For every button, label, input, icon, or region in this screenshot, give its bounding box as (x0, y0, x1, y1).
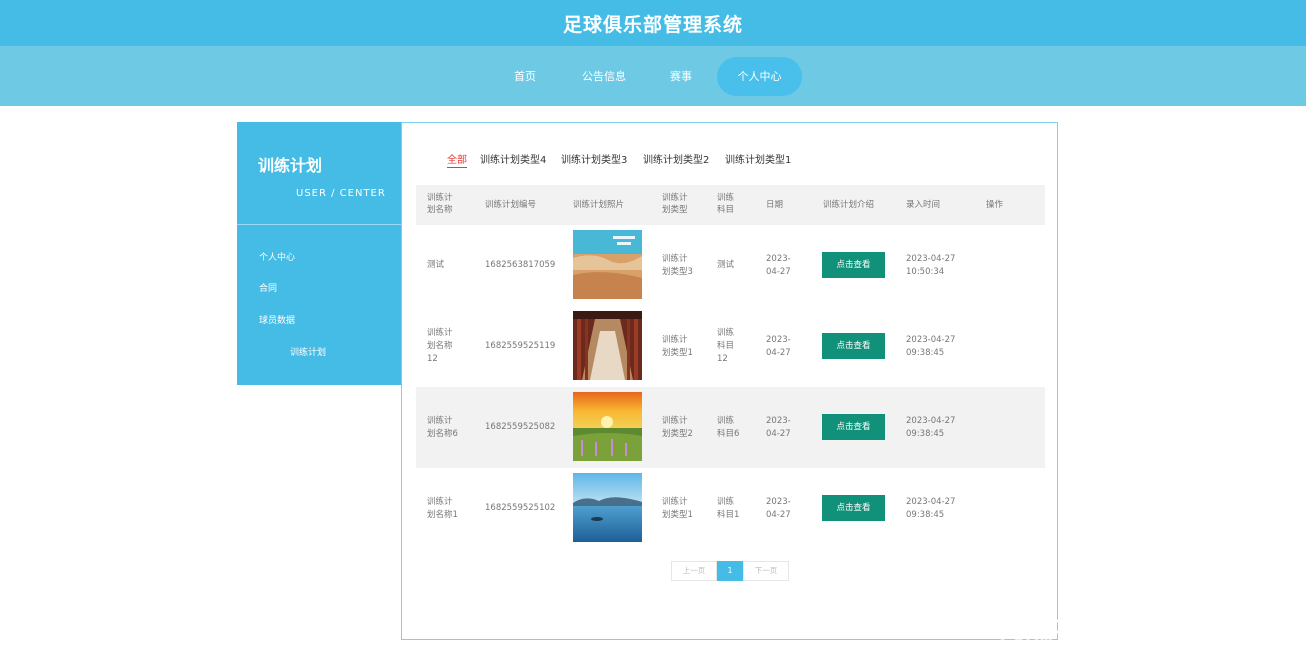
beach-image (573, 230, 642, 299)
column-header-code: 训练计划编号 (485, 200, 537, 210)
column-header-photo: 训练计划照片 (573, 200, 625, 210)
pagination-prev-button[interactable]: 上一页 (671, 561, 717, 581)
table-row: 训练计 划名称 12 1682559525119 训练计 划类型1 训练 科目 … (416, 306, 1045, 387)
plan-photo[interactable] (573, 311, 642, 380)
plan-code: 1682563817059 (485, 260, 556, 270)
nav-personal-center[interactable]: 个人中心 (717, 57, 802, 96)
column-header-type: 训练计 划类型 (662, 193, 688, 215)
sunset-field-image (573, 392, 642, 461)
plan-date: 2023- 04-27 (766, 335, 791, 358)
plan-date: 2023- 04-27 (766, 416, 791, 439)
sidebar: 训练计划 USER / CENTER 个人中心 合同 球员数据 训练计划 (237, 122, 402, 385)
view-details-button[interactable]: 点击查看 (822, 252, 885, 278)
sidebar-subtitle: USER / CENTER (296, 188, 386, 199)
nav-announcements[interactable]: 公告信息 (576, 57, 632, 96)
tab-type-1[interactable]: 训练计划类型1 (725, 151, 791, 166)
plan-name: 训练计 划名称1 (427, 497, 458, 520)
plan-photo[interactable] (573, 473, 642, 542)
sidebar-title: 训练计划 (258, 156, 323, 175)
plan-name: 训练计 划名称 12 (427, 328, 453, 364)
sidebar-item-personal-center[interactable]: 个人中心 (259, 250, 295, 263)
sidebar-divider (237, 224, 402, 225)
view-details-button[interactable]: 点击查看 (822, 333, 885, 359)
column-header-subject: 训练 科目 (717, 193, 735, 215)
plan-subject: 训练 科目6 (717, 416, 740, 439)
column-header-actions: 操作 (986, 200, 1004, 210)
column-header-date: 日期 (766, 200, 784, 210)
sidebar-item-training-plan[interactable]: 训练计划 (290, 345, 326, 358)
view-details-button[interactable]: 点击查看 (822, 414, 885, 440)
app-header: 足球俱乐部管理系统 (0, 0, 1306, 46)
pagination-next-button[interactable]: 下一页 (743, 561, 789, 581)
plan-subject: 训练 科目 12 (717, 328, 735, 364)
table-row: 训练计 划名称6 1682559525082 训练计 划类型2 训练 科目6 2… (416, 387, 1045, 468)
plan-name: 测试 (427, 260, 445, 270)
plan-subject: 测试 (717, 260, 735, 270)
tab-type-2[interactable]: 训练计划类型2 (643, 151, 709, 166)
plan-type: 训练计 划类型1 (662, 335, 693, 358)
column-header-name: 训练计 划名称 (427, 193, 453, 215)
sidebar-item-contract[interactable]: 合同 (259, 281, 277, 294)
main-nav: 首页 公告信息 赛事 个人中心 (0, 46, 1306, 106)
column-header-intro: 训练计划介绍 (823, 200, 875, 210)
plan-date: 2023- 04-27 (766, 497, 791, 520)
plan-photo[interactable] (573, 392, 642, 461)
created-time: 2023-04-27 10:50:34 (906, 254, 956, 277)
app-title: 足球俱乐部管理系统 (562, 13, 743, 36)
plan-code: 1682559525102 (485, 503, 556, 513)
content-panel: 全部 训练计划类型4 训练计划类型3 训练计划类型2 训练计划类型1 训练计 划… (401, 122, 1058, 640)
plan-code: 1682559525119 (485, 341, 556, 351)
plan-date: 2023- 04-27 (766, 254, 791, 277)
plan-type: 训练计 划类型3 (662, 254, 693, 277)
column-header-created: 录入时间 (906, 200, 941, 210)
created-time: 2023-04-27 09:38:45 (906, 335, 956, 358)
sidebar-item-player-data[interactable]: 球员数据 (259, 313, 295, 326)
plan-code: 1682559525082 (485, 422, 556, 432)
plan-photo[interactable] (573, 230, 642, 299)
created-time: 2023-04-27 09:38:45 (906, 416, 956, 439)
pagination-page-1[interactable]: 1 (717, 561, 743, 581)
plan-subject: 训练 科目1 (717, 497, 740, 520)
created-time: 2023-04-27 09:38:45 (906, 497, 956, 520)
lake-image (573, 473, 642, 542)
tab-type-4[interactable]: 训练计划类型4 (480, 151, 546, 166)
view-details-button[interactable]: 点击查看 (822, 495, 885, 521)
nav-home[interactable]: 首页 (506, 57, 544, 96)
watermark-secondary: CSDN @计算机毕业论文辅导 (1000, 631, 1230, 651)
table-row: 训练计 划名称1 1682559525102 训练计 划类型1 训练 科目1 2… (416, 468, 1045, 549)
plan-name: 训练计 划名称6 (427, 416, 458, 439)
nav-matches[interactable]: 赛事 (662, 57, 700, 96)
table-row: 测试 1682563817059 训练计 划类型3 测试 2023- 04-27… (416, 225, 1045, 306)
plan-type: 训练计 划类型2 (662, 416, 693, 439)
plan-type: 训练计 划类型1 (662, 497, 693, 520)
tab-all[interactable]: 全部 (447, 151, 467, 168)
table-header: 训练计 划名称 训练计划编号 训练计划照片 训练计 划类型 训练 科目 日期 训… (416, 185, 1045, 225)
tab-type-3[interactable]: 训练计划类型3 (561, 151, 627, 166)
corridor-image (573, 311, 642, 380)
